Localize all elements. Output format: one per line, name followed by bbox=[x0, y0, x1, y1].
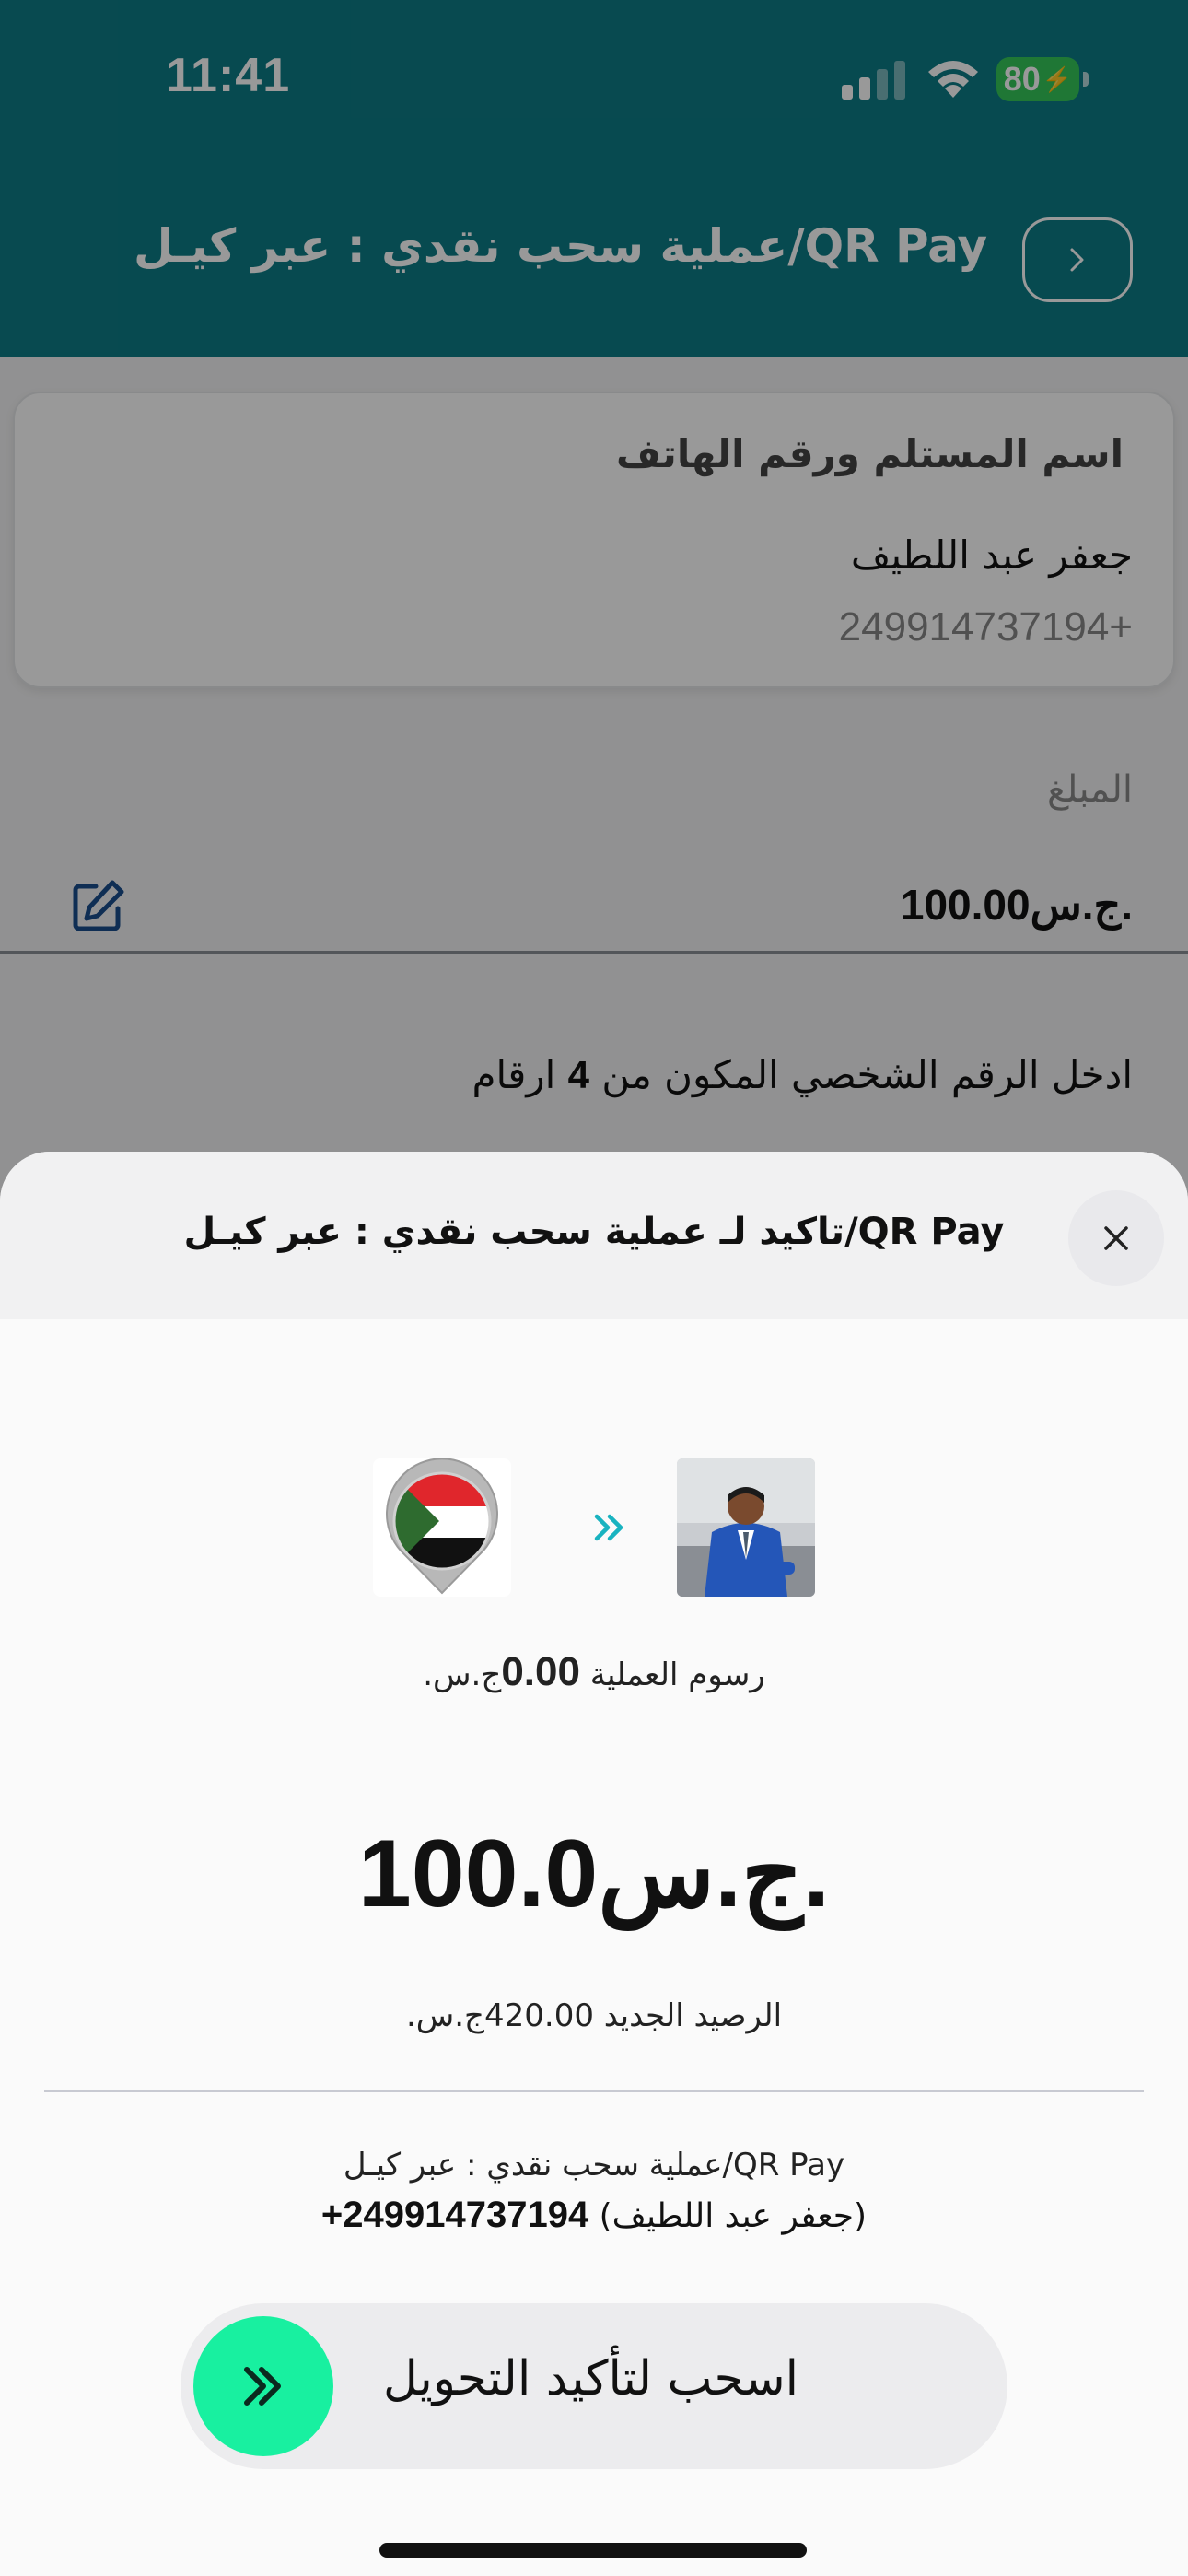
sudan-flag-pin-icon bbox=[386, 1458, 498, 1595]
slide-to-confirm[interactable]: اسحب لتأكيد التحويل bbox=[181, 2303, 1007, 2469]
slide-label: اسحب لتأكيد التحويل bbox=[383, 2351, 799, 2406]
fee-currency: ج.س. bbox=[423, 1657, 502, 1693]
double-chevron-icon bbox=[594, 1514, 623, 1541]
user-photo bbox=[677, 1458, 815, 1597]
slide-knob[interactable] bbox=[193, 2316, 333, 2456]
transaction-type: عملية سحب نقدي : عبر كيـل/QR Pay bbox=[343, 2147, 845, 2184]
close-button[interactable] bbox=[1068, 1190, 1164, 1286]
fee-label: رسوم العملية bbox=[589, 1657, 765, 1693]
transfer-amount: 100.0ج.س. bbox=[357, 1821, 831, 1927]
confirmation-sheet: تاكيد لـ عملية سحب نقدي : عبر كيـل/QR Pa… bbox=[0, 1152, 1188, 2576]
summary-phone: 249914737194+ bbox=[320, 2195, 589, 2235]
fee-amount: 0.00 bbox=[501, 1649, 580, 1694]
home-indicator bbox=[379, 2543, 807, 2558]
new-balance: الرصيد الجديد 420.00ج.س. bbox=[405, 1997, 783, 2034]
recipient-summary: (جعفر عبد اللطيف) 249914737194+ bbox=[0, 2195, 1188, 2236]
destination-avatar bbox=[373, 1458, 511, 1597]
close-icon bbox=[1104, 1226, 1128, 1250]
fee-row: رسوم العملية 0.00ج.س. bbox=[0, 1649, 1188, 1695]
user-avatar bbox=[677, 1458, 815, 1597]
double-chevron-icon bbox=[244, 2367, 281, 2406]
sheet-divider bbox=[44, 2090, 1144, 2092]
sheet-title: تاكيد لـ عملية سحب نقدي : عبر كيـل/QR Pa… bbox=[183, 1211, 1005, 1253]
summary-name: (جعفر عبد اللطيف) bbox=[599, 2197, 868, 2235]
